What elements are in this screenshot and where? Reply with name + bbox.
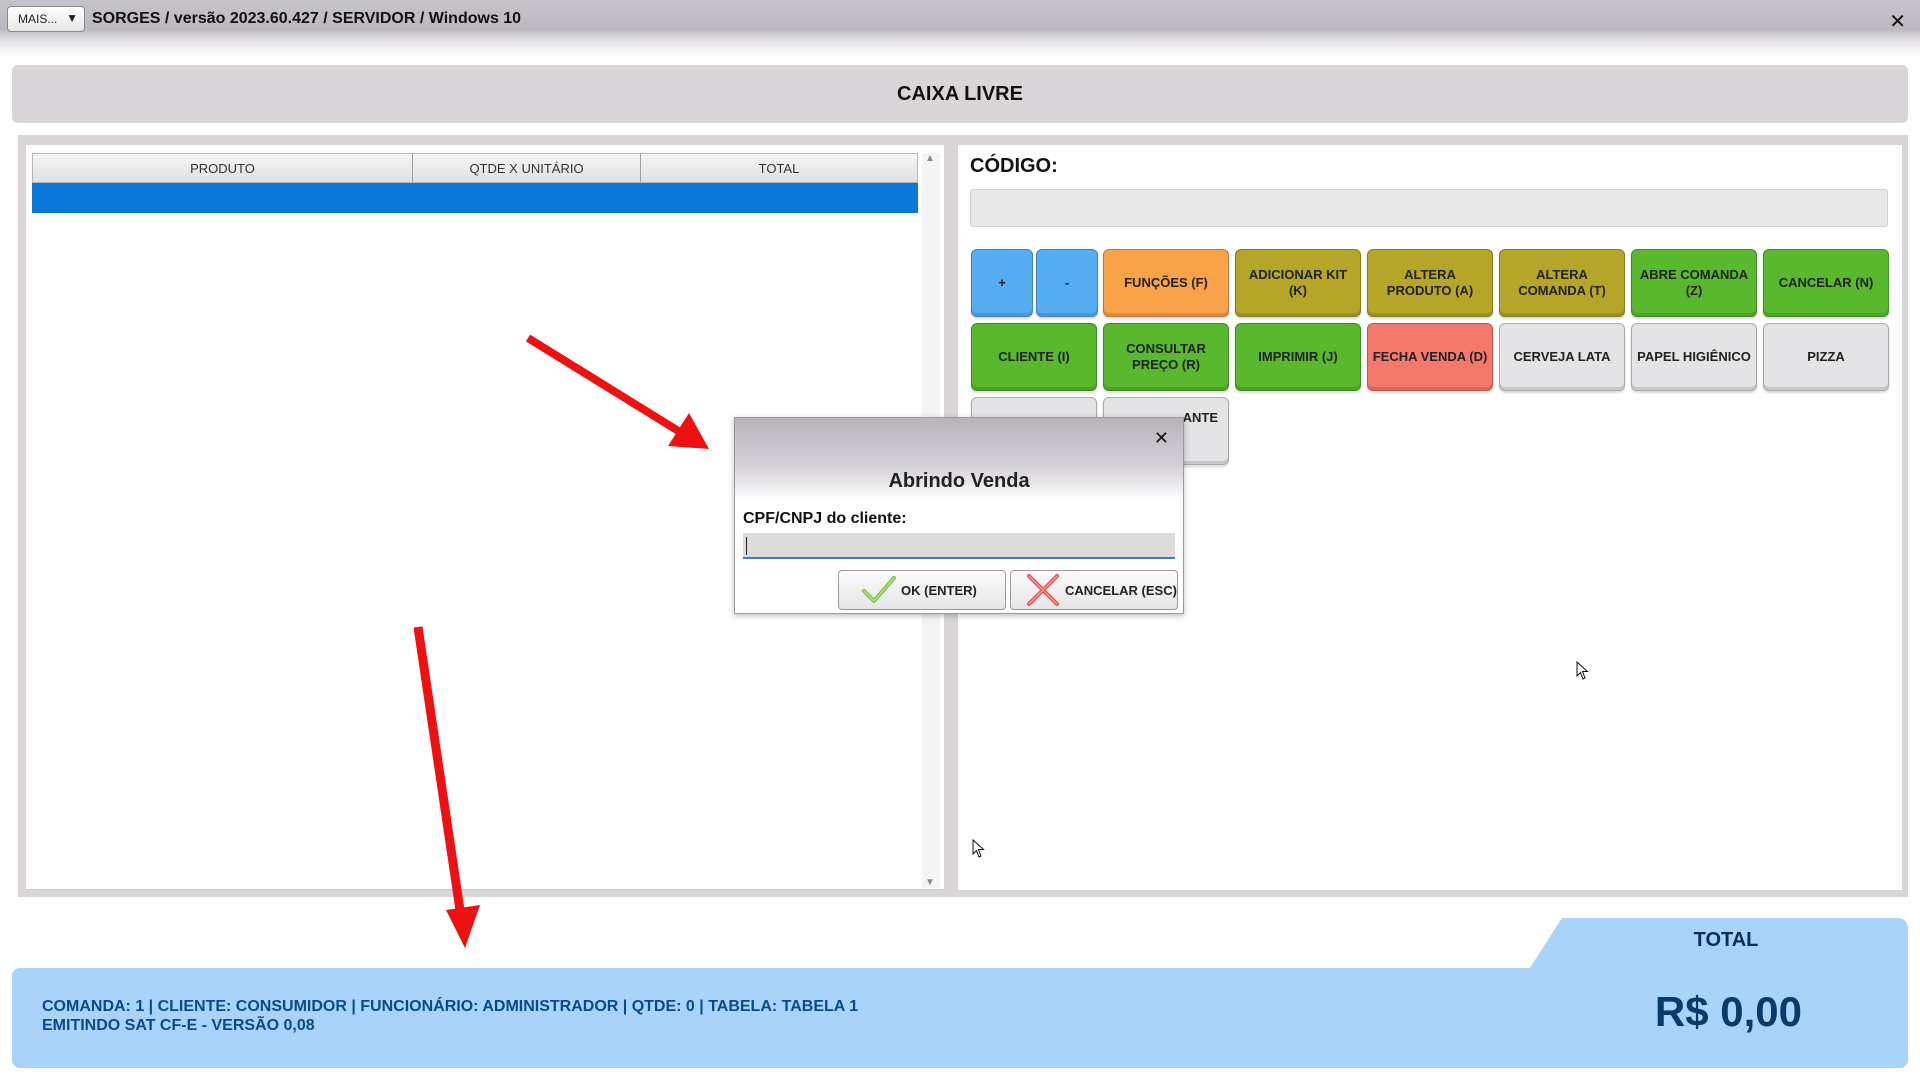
mouse-cursor-icon: [972, 839, 985, 858]
imprimir-button[interactable]: IMPRIMIR (J): [1235, 323, 1361, 391]
mouse-cursor-icon: [1576, 661, 1589, 680]
total-value: R$ 0,00: [1654, 988, 1802, 1035]
cancel-button[interactable]: CANCELAR (ESC): [1010, 570, 1178, 610]
code-label: CÓDIGO:: [970, 155, 1058, 177]
adicionar-kit-button[interactable]: ADICIONAR KIT (K): [1235, 249, 1361, 317]
check-icon: [862, 576, 896, 603]
column-produto[interactable]: PRODUTO: [33, 154, 413, 182]
sale-info-line: COMANDA: 1 | CLIENTE: CONSUMIDOR | FUNCI…: [42, 998, 859, 1015]
mais-dropdown-button[interactable]: MAIS... ▼: [7, 6, 85, 32]
abre-comanda-button[interactable]: ABRE COMANDA (Z): [1631, 249, 1757, 317]
consultar-preco-button[interactable]: CONSULTAR PREÇO (R): [1103, 323, 1229, 391]
open-sale-dialog: ✕ Abrindo Venda CPF/CNPJ do cliente: OK …: [734, 417, 1184, 614]
cliente-button[interactable]: CLIENTE (I): [971, 323, 1097, 391]
mais-label: MAIS...: [18, 12, 58, 26]
cpf-cnpj-label: CPF/CNPJ do cliente:: [743, 510, 907, 527]
sat-info-line: EMITINDO SAT CF-E - VERSÃO 0,08: [42, 1017, 315, 1034]
close-window-icon[interactable]: ✕: [1889, 9, 1906, 34]
altera-comanda-button[interactable]: ALTERA COMANDA (T): [1499, 249, 1625, 317]
column-total[interactable]: TOTAL: [641, 154, 917, 182]
product-pizza-button[interactable]: PIZZA: [1763, 323, 1889, 391]
decrease-button[interactable]: -: [1036, 249, 1098, 317]
scroll-down-icon[interactable]: ▼: [925, 877, 935, 888]
text-caret: [746, 537, 747, 555]
scroll-up-icon[interactable]: ▲: [925, 153, 935, 164]
title-bar: MAIS... ▼ SORGES / versão 2023.60.427 / …: [0, 0, 1920, 42]
dialog-header: ✕ Abrindo Venda: [735, 418, 1183, 500]
register-status: CAIXA LIVRE: [12, 65, 1908, 123]
product-cerveja-lata-button[interactable]: CERVEJA LATA: [1499, 323, 1625, 391]
cancelar-button[interactable]: CANCELAR (N): [1763, 249, 1889, 317]
column-qtde-unitario[interactable]: QTDE X UNITÁRIO: [413, 154, 641, 182]
dropdown-arrow-icon: ▼: [66, 11, 78, 25]
dialog-close-icon[interactable]: ✕: [1154, 428, 1169, 449]
cancel-label: CANCELAR (ESC): [1065, 582, 1177, 598]
title-bar-shadow: [0, 42, 1920, 58]
items-table-header: PRODUTO QTDE X UNITÁRIO TOTAL: [32, 153, 918, 183]
funcoes-button[interactable]: FUNÇÕES (F): [1103, 249, 1229, 317]
dialog-title: Abrindo Venda: [888, 470, 1030, 492]
window-title: SORGES / versão 2023.60.427 / SERVIDOR /…: [92, 10, 522, 27]
table-row-selected[interactable]: [32, 183, 918, 213]
altera-produto-button[interactable]: ALTERA PRODUTO (A): [1367, 249, 1493, 317]
ok-label: OK (ENTER): [901, 582, 977, 598]
ok-button[interactable]: OK (ENTER): [838, 570, 1006, 610]
fecha-venda-button[interactable]: FECHA VENDA (D): [1367, 323, 1493, 391]
sale-info-footer: COMANDA: 1 | CLIENTE: CONSUMIDOR | FUNCI…: [12, 968, 1908, 1068]
x-mark-icon: [1027, 574, 1059, 606]
code-input[interactable]: [970, 189, 1888, 227]
cpf-cnpj-input[interactable]: [743, 533, 1175, 559]
product-papel-higienico-button[interactable]: PAPEL HIGIÊNICO: [1631, 323, 1757, 391]
total-label: TOTAL: [1693, 929, 1759, 951]
increase-button[interactable]: +: [971, 249, 1033, 317]
